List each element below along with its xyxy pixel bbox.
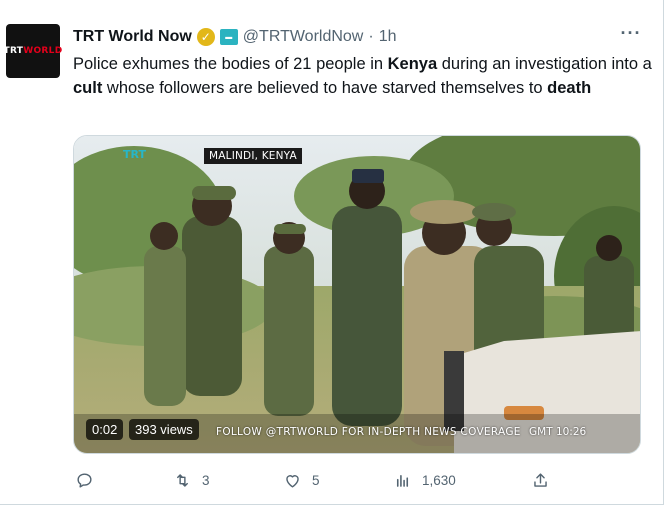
tweet-text: Police exhumes the bodies of 21 people i… [73, 55, 652, 97]
retweet-count: 3 [202, 472, 210, 488]
separator-dot: · [368, 28, 374, 45]
display-name[interactable]: TRT World Now [73, 28, 192, 46]
like-button[interactable]: 5 [283, 468, 320, 492]
handle[interactable]: @TRTWorldNow [243, 28, 364, 46]
more-options-icon[interactable]: ··· [618, 24, 644, 46]
verified-badge-icon[interactable]: ✓ [196, 28, 215, 46]
hashtag-kenya: Kenya [387, 55, 438, 73]
like-count: 5 [312, 472, 320, 488]
heart-icon [286, 474, 299, 488]
share-icon [534, 472, 547, 487]
tweet-header: TRT World Now ✓ ▬ @TRTWorldNow · 1h [73, 26, 396, 48]
news-ticker: FOLLOW @TRTWORLD FOR IN-DEPTH NEWS COVER… [216, 426, 521, 438]
share-button[interactable] [531, 468, 550, 492]
avatar[interactable]: TRTWORLD [3, 24, 63, 78]
analytics-icon [396, 474, 409, 487]
channel-logo: TRT [123, 148, 146, 161]
hashtag-death: death [547, 79, 592, 97]
views-button[interactable]: 1,630 [393, 468, 456, 492]
tweet-card[interactable]: TRTWORLD TRT World Now ✓ ▬ @TRTWorldNow … [0, 0, 664, 505]
video-view-count: 393 views [129, 419, 199, 440]
video-frame-image [74, 136, 640, 453]
retweet-button[interactable]: 3 [173, 468, 210, 492]
video-timestamp: 0:02 [86, 419, 124, 440]
reply-icon [77, 472, 92, 488]
reply-button[interactable] [75, 468, 94, 492]
hashtag-cult: cult [73, 79, 103, 97]
broadcast-time: GMT 10:26 [529, 426, 587, 438]
video-player[interactable]: TRT MALINDI, KENYA 0:02 393 views FOLLOW… [73, 135, 641, 454]
timestamp-link[interactable]: 1h [379, 28, 397, 46]
avatar-logo: TRTWORLD [3, 46, 63, 56]
view-count: 1,630 [422, 472, 456, 488]
tweet-actions: 3 5 1,630 [73, 468, 563, 492]
retweet-icon [177, 473, 188, 487]
location-caption: MALINDI, KENYA [204, 148, 302, 164]
affiliate-badge-icon[interactable]: ▬ [219, 29, 238, 45]
